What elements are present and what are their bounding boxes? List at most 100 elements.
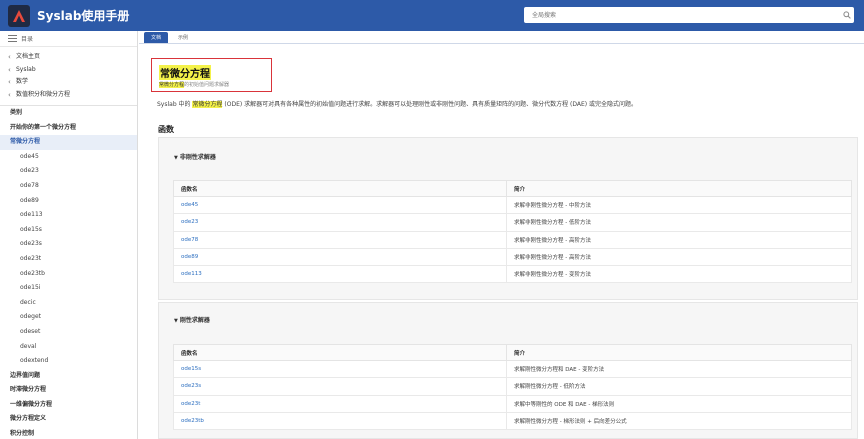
sidebar-subitem[interactable]: odeget [0,310,137,325]
intro-pre: Syslab 中的 [157,101,191,108]
panel-nonstiff-title[interactable]: ▼ 非刚性求解器 [174,152,216,161]
sidebar-subitem[interactable]: ode15s [0,223,137,238]
chevron-left-icon: ‹ [8,53,11,61]
main-content: 文档 示例 常微分方程 常微分方程的初始值问题求解器 Syslab 中的 常微分… [139,31,864,439]
chevron-left-icon: ‹ [8,65,11,74]
table-row: ode15s 求解刚性微分方程和 DAE - 变阶方法 [173,359,852,379]
tab-docs[interactable]: 文档 [144,32,169,43]
tab-examples[interactable]: 示例 [171,32,195,43]
panel-nonstiff-label: 非刚性求解器 [179,154,216,161]
search-icon[interactable] [840,8,854,22]
column-header: 简介 [506,180,852,197]
intro-post: (ODE) 求解器可对具有各种属性的初始值问题进行求解。求解器可以处理刚性或非刚… [222,101,638,108]
search-input[interactable] [524,8,840,22]
nonstiff-solvers-table: 函数名 简介 ode45 求解非刚性微分方程 - 中阶方法 ode23 求解非刚性微分方程… [173,180,852,284]
breadcrumb-item[interactable]: ‹ Syslab [8,64,137,77]
syslab-logo[interactable] [8,4,30,27]
table-row: ode78 求解非刚性微分方程 - 高阶方法 [173,230,852,249]
chevron-left-icon: ‹ [8,78,11,86]
breadcrumb-label: 文档主页 [16,53,41,60]
top-bar: Syslab使用手册 [0,0,864,31]
subtitle-highlight: 常微分方程 [159,82,185,88]
sidebar-subitem[interactable]: decic [0,296,137,311]
table-row: ode113 求解非刚性微分方程 - 变阶方法 [173,265,852,284]
sidebar-title: 目录 [21,36,34,43]
table-row: ode23s 求解刚性微分方程 - 低阶方法 [173,377,852,396]
panel-stiff-label: 刚性求解器 [179,317,210,324]
function-link[interactable]: ode23tb [173,411,507,431]
sidebar-subitem[interactable]: ode23s [0,237,137,252]
menu-icon[interactable] [8,35,17,42]
table-row: ode23t 求解中等刚性的 ODE 和 DAE - 梯形法则 [173,394,852,413]
breadcrumb-item[interactable]: ‹ 数值积分和微分方程 [8,89,137,102]
function-link[interactable]: ode23s [173,377,507,396]
logo-icon [13,9,25,22]
column-header: 简介 [506,344,852,361]
page-title: 常微分方程 [159,65,211,80]
breadcrumb: ‹ 文档主页 ‹ Syslab ‹ 数学 ‹ 数值积分和微分方程 [0,47,137,103]
sidebar-header[interactable]: 目录 [0,31,137,47]
sidebar: 目录 ‹ 文档主页 ‹ Syslab ‹ 数学 ‹ 数值积分和微分方程 类别 开始你的第一个微分… [0,31,138,439]
title-highlight-box: 常微分方程 常微分方程的初始值问题求解器 [151,58,272,92]
sidebar-subitem[interactable]: ode23 [0,164,137,179]
sidebar-subitem[interactable]: odextend [0,354,137,369]
subtitle-rest: 的初始值问题求解器 [184,82,230,88]
table-header-row: 函数名 简介 [173,344,852,361]
collapse-triangle-icon[interactable]: ▼ [174,155,178,161]
sidebar-subitem[interactable]: ode78 [0,179,137,194]
function-link[interactable]: ode23t [173,394,507,413]
sidebar-nav: 类别 开始你的第一个微分方程 常微分方程 ode45 ode23 ode78 ode89 od… [0,106,137,439]
function-description: 求解非刚性微分方程 - 变阶方法 [506,265,852,284]
table-header-row: 函数名 简介 [173,180,852,197]
function-link[interactable]: ode89 [173,247,507,267]
function-link[interactable]: ode78 [173,230,507,249]
table-row: ode23 求解非刚性微分方程 - 低阶方法 [173,213,852,232]
sidebar-subitem[interactable]: odeset [0,325,137,340]
sidebar-item[interactable]: 微分方程定义 [0,412,137,427]
sidebar-subitem[interactable]: ode15i [0,281,137,296]
sidebar-subitem[interactable]: ode45 [0,150,137,165]
chevron-left-icon: ‹ [8,90,11,99]
table-row: ode45 求解非刚性微分方程 - 中阶方法 [173,195,852,215]
stiff-solvers-table: 函数名 简介 ode15s 求解刚性微分方程和 DAE - 变阶方法 ode23s 求解刚… [173,344,852,431]
function-description: 求解中等刚性的 ODE 和 DAE - 梯形法则 [506,394,852,413]
sidebar-item[interactable]: 开始你的第一个微分方程 [0,121,137,136]
sidebar-item[interactable]: 常微分方程 [0,135,137,150]
breadcrumb-item[interactable]: ‹ 数学 [8,76,137,89]
table-row: ode23tb 求解刚性微分方程 - 梯形法则 + 后向差分公式 [173,411,852,431]
collapse-triangle-icon[interactable]: ▼ [174,318,178,324]
function-description: 求解非刚性微分方程 - 高阶方法 [506,230,852,249]
sidebar-subitem[interactable]: ode23t [0,252,137,267]
sidebar-item[interactable]: 一维偏微分方程 [0,398,137,413]
page-subtitle: 常微分方程的初始值问题求解器 [159,81,229,88]
sidebar-subitem[interactable]: ode23tb [0,267,137,282]
function-description: 求解刚性微分方程 - 低阶方法 [506,377,852,396]
sidebar-subitem[interactable]: ode89 [0,194,137,209]
sidebar-item[interactable]: 积分控制 [0,427,137,439]
sidebar-item[interactable]: 时滞微分方程 [0,383,137,398]
function-link[interactable]: ode45 [173,195,507,215]
app-title: Syslab使用手册 [37,9,130,23]
function-description: 求解刚性微分方程和 DAE - 变阶方法 [506,359,852,379]
table-row: ode89 求解非刚性微分方程 - 高阶方法 [173,247,852,267]
breadcrumb-label: 数值积分和微分方程 [16,90,71,98]
function-description: 求解非刚性微分方程 - 高阶方法 [506,247,852,267]
column-header: 函数名 [173,344,507,361]
function-description: 求解非刚性微分方程 - 低阶方法 [506,213,852,232]
function-link[interactable]: ode113 [173,265,507,284]
function-description: 求解非刚性微分方程 - 中阶方法 [506,195,852,215]
global-search[interactable] [524,7,854,23]
breadcrumb-item[interactable]: ‹ 文档主页 [8,51,137,64]
function-link[interactable]: ode23 [173,213,507,232]
breadcrumb-label: Syslab [16,65,36,73]
sidebar-subitem[interactable]: deval [0,340,137,355]
intro-paragraph: Syslab 中的 常微分方程 (ODE) 求解器可对具有各种属性的初始值问题进… [157,99,637,108]
tab-bar: 文档 示例 [139,31,864,44]
function-link[interactable]: ode15s [173,359,507,379]
sidebar-item[interactable]: 类别 [0,106,137,121]
panel-stiff-title[interactable]: ▼ 刚性求解器 [174,315,210,324]
sidebar-subitem[interactable]: ode113 [0,208,137,223]
sidebar-item[interactable]: 边界值问题 [0,369,137,384]
column-header: 函数名 [173,180,507,197]
section-heading-functions: 函数 [158,125,174,134]
